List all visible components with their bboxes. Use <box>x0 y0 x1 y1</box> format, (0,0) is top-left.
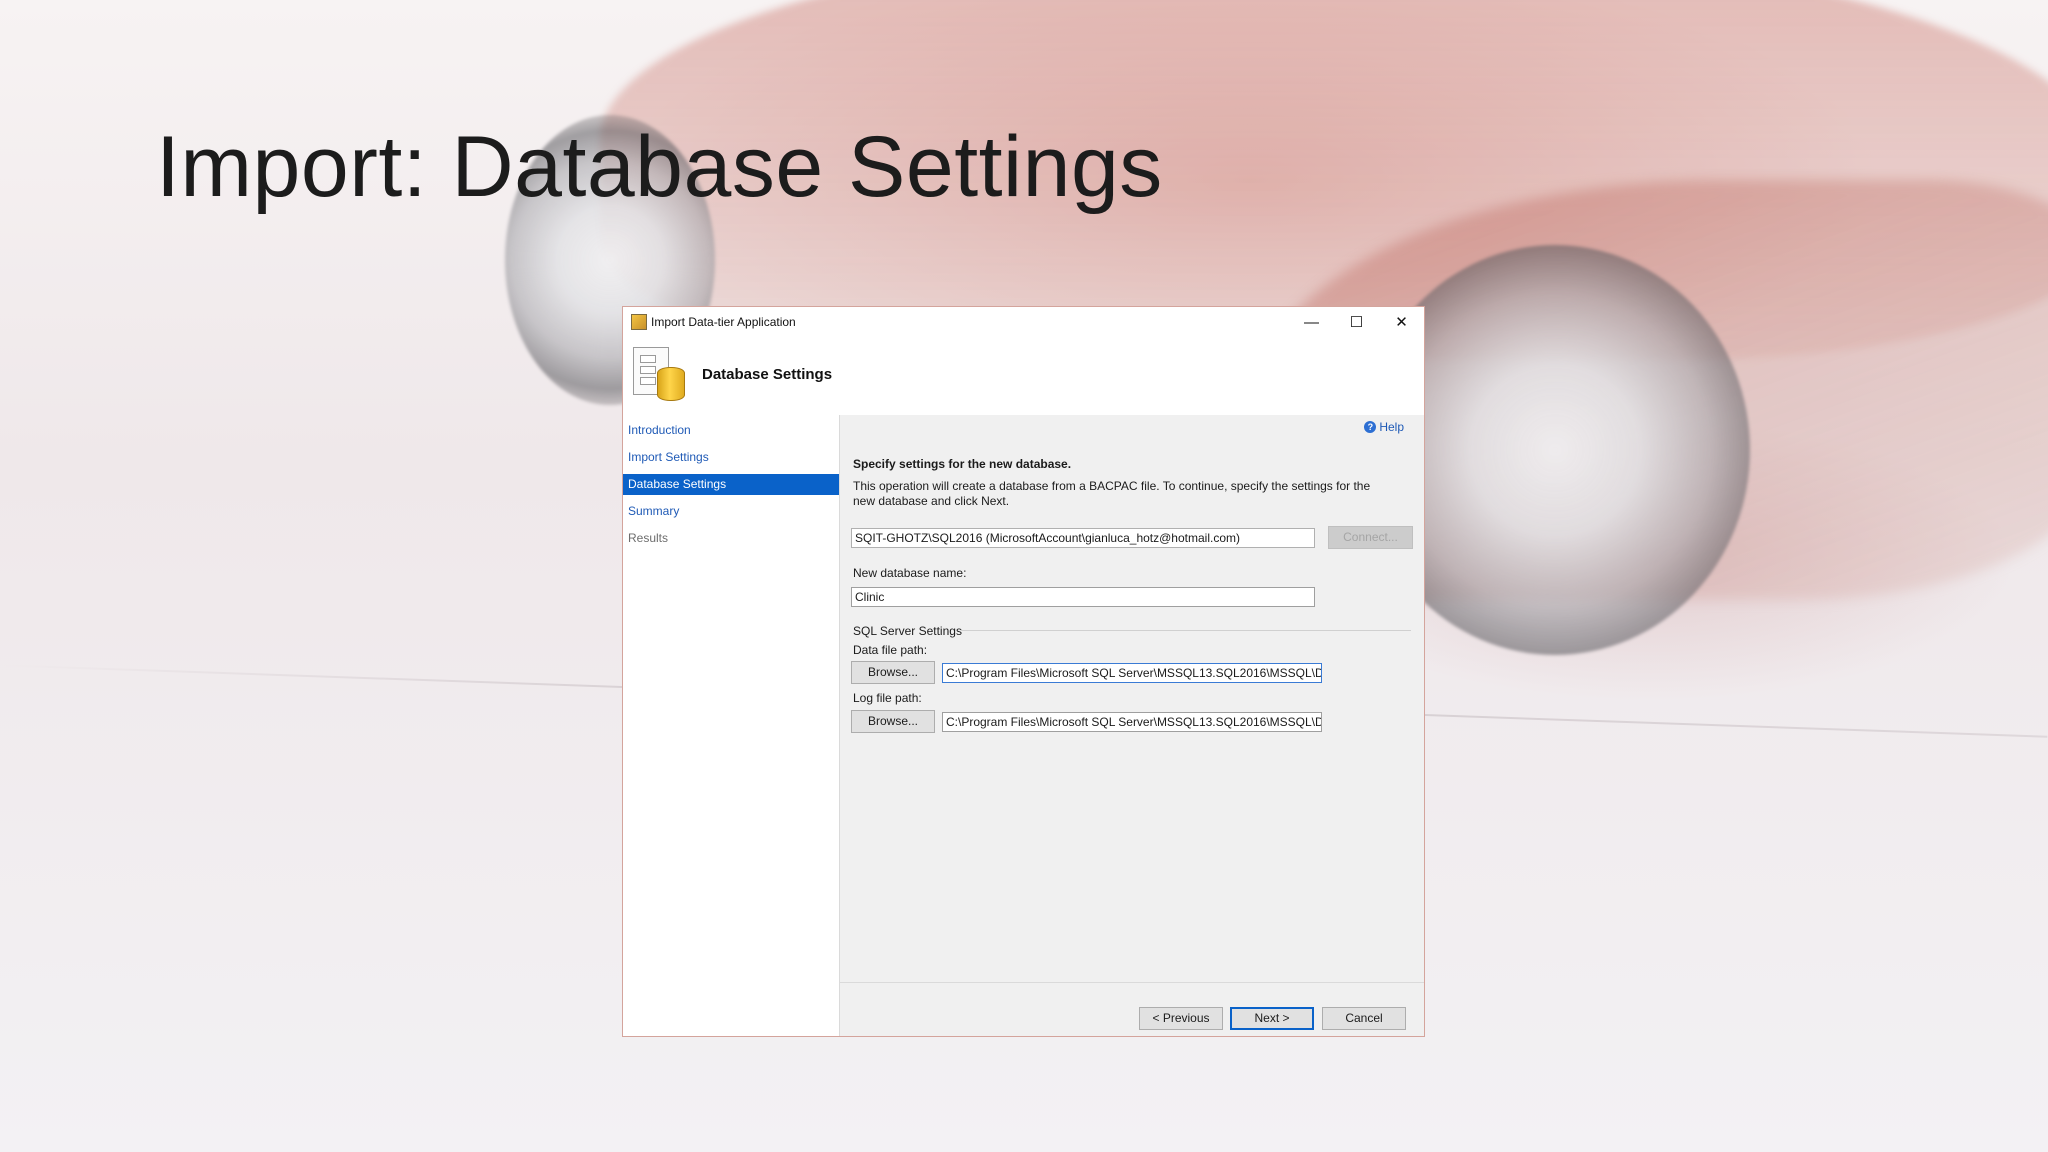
wizard-page-title: Database Settings <box>702 366 833 383</box>
previous-button[interactable]: < Previous <box>1139 1007 1223 1030</box>
minimize-icon[interactable]: — <box>1289 307 1334 337</box>
next-button[interactable]: Next > <box>1230 1007 1314 1030</box>
settings-description: This operation will create a database fr… <box>853 479 1371 508</box>
close-icon[interactable]: ✕ <box>1379 307 1424 337</box>
nav-item-database-settings[interactable]: Database Settings <box>623 474 839 495</box>
group-divider <box>961 630 1411 631</box>
nav-item-import-settings[interactable]: Import Settings <box>623 447 839 468</box>
new-database-name-label: New database name: <box>853 566 967 580</box>
browse-log-file-button[interactable]: Browse... <box>851 710 935 733</box>
data-file-path-label: Data file path: <box>853 643 928 657</box>
data-file-path-input[interactable]: C:\Program Files\Microsoft SQL Server\MS… <box>942 663 1322 683</box>
help-icon: ? <box>1364 421 1377 433</box>
help-link[interactable]: ? Help <box>1364 420 1404 434</box>
cancel-button[interactable]: Cancel <box>1322 1007 1406 1030</box>
wizard-content: ? Help Specify settings for the new data… <box>840 415 1424 1036</box>
connect-button: Connect... <box>1328 526 1413 549</box>
slide-title: Import: Database Settings <box>156 119 1163 215</box>
new-database-name-input[interactable]: Clinic <box>851 587 1315 607</box>
maximize-icon[interactable]: ☐ <box>1334 307 1379 337</box>
settings-heading: Specify settings for the new database. <box>853 457 1072 471</box>
nav-item-introduction[interactable]: Introduction <box>623 420 839 441</box>
wizard-header: Database Settings <box>623 337 1424 416</box>
log-file-path-input[interactable]: C:\Program Files\Microsoft SQL Server\MS… <box>942 712 1322 732</box>
wizard-nav: Introduction Import Settings Database Se… <box>623 415 840 1036</box>
log-file-path-label: Log file path: <box>853 691 922 705</box>
help-label: Help <box>1379 420 1404 434</box>
nav-item-summary[interactable]: Summary <box>623 501 839 522</box>
window-controls: — ☐ ✕ <box>1289 307 1424 337</box>
server-connection-field: SQIT-GHOTZ\SQL2016 (MicrosoftAccount\gia… <box>851 528 1315 548</box>
dialog-titlebar: Import Data-tier Application — ☐ ✕ <box>623 307 1424 337</box>
footer-divider <box>840 982 1424 983</box>
database-wizard-icon <box>633 347 685 401</box>
window-title: Import Data-tier Application <box>651 315 796 329</box>
sql-server-settings-label: SQL Server Settings <box>853 624 962 638</box>
import-dialog: Import Data-tier Application — ☐ ✕ Datab… <box>622 306 1425 1037</box>
browse-data-file-button[interactable]: Browse... <box>851 661 935 684</box>
nav-item-results: Results <box>628 531 669 545</box>
app-icon <box>631 314 647 330</box>
